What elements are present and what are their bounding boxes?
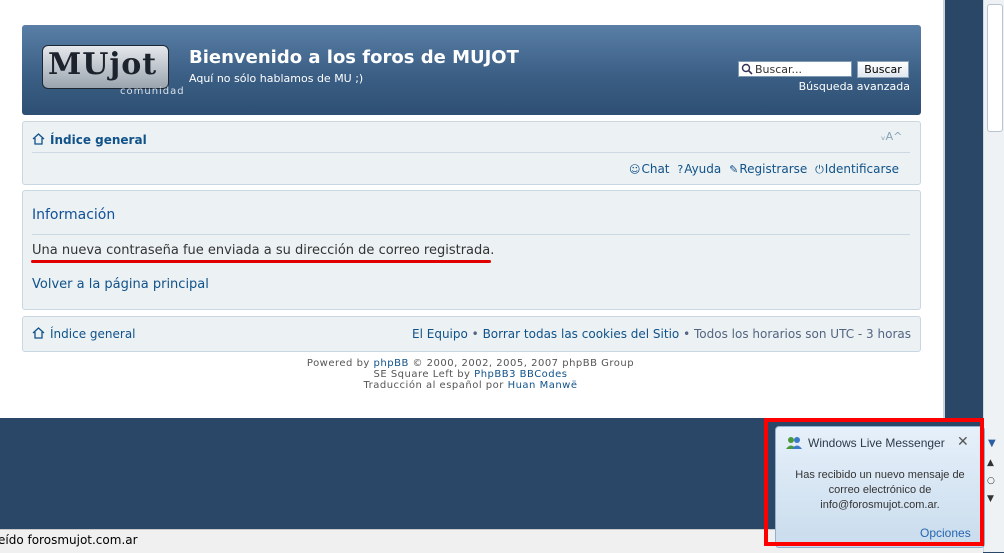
forum-header: MUjot comunidad Bienvenido a los foros d…	[22, 25, 921, 115]
copyright-block: Powered by phpBB © 2000, 2002, 2005, 200…	[22, 358, 919, 391]
navbar: Índice general ᵥA^ ☺Chat ?Ayuda ✎Registr…	[22, 121, 921, 185]
help-icon: ?	[677, 163, 684, 176]
scrollbar-thumb[interactable]	[987, 4, 1003, 132]
logo-subtitle: comunidad	[120, 86, 185, 97]
scroll-down-arrow-icon[interactable]: ▼	[988, 439, 996, 449]
status-text: eído forosmujot.com.ar	[0, 533, 138, 547]
browser-page: MUjot comunidad Bienvenido a los foros d…	[0, 0, 945, 418]
red-highlight-annotation	[764, 418, 984, 546]
site-description: Aquí no sólo hablamos de MU ;)	[189, 72, 364, 85]
site-logo[interactable]: MUjot comunidad	[42, 42, 184, 97]
style-prefix-text: SE Square Left by	[373, 369, 471, 380]
scroll-select-icon[interactable]: ○	[987, 476, 995, 486]
powered-by-text: Powered by	[306, 358, 370, 369]
timezone-text: Todos los horarios son UTC - 3 horas	[693, 327, 911, 341]
search-button[interactable]: Buscar	[857, 61, 909, 78]
login-link-label: Identificarse	[824, 162, 900, 176]
info-message: Una nueva contraseña fue enviada a su di…	[32, 243, 495, 258]
red-underline-annotation	[31, 260, 491, 263]
delete-cookies-link[interactable]: Borrar todas las cookies del Sitio	[483, 327, 680, 341]
footer-separator: •	[683, 327, 691, 341]
team-link[interactable]: El Equipo	[412, 327, 468, 341]
navbar-links: ☺Chat ?Ayuda ✎Registrarse ⏻Identificarse	[629, 162, 899, 177]
chat-icon: ☺	[629, 163, 641, 176]
phpbb-link[interactable]: phpBB	[374, 358, 409, 369]
translation-prefix-text: Traducción al español por	[363, 380, 504, 391]
site-title: Bienvenido a los foros de MUJOT	[189, 47, 519, 68]
register-link[interactable]: ✎Registrarse	[729, 162, 807, 176]
register-icon: ✎	[729, 163, 739, 176]
information-panel: Información Una nueva contraseña fue env…	[22, 190, 921, 310]
register-link-label: Registrarse	[739, 162, 808, 176]
phpbb-copyright-text: © 2000, 2002, 2005, 2007 phpBB Group	[412, 358, 635, 369]
breadcrumb-index-link[interactable]: Índice general	[50, 133, 147, 147]
login-link[interactable]: ⏻Identificarse	[815, 162, 899, 177]
help-link[interactable]: ?Ayuda	[677, 162, 721, 176]
logo-text: MUjot	[48, 47, 158, 82]
search-icon	[741, 63, 753, 75]
translator-link[interactable]: Huan Manwë	[508, 380, 578, 391]
help-link-label: Ayuda	[684, 162, 722, 176]
search-input[interactable]: Buscar...	[738, 61, 852, 77]
scroll-prev-icon[interactable]: ▲	[987, 458, 994, 468]
vertical-scrollbar[interactable]: ▼ ▲ ○ ▼	[983, 0, 1004, 552]
font-size-icon[interactable]: ᵥA^	[881, 130, 902, 143]
footer-navbar: Índice general El Equipo • Borrar todas …	[22, 316, 921, 352]
info-title: Información	[32, 207, 116, 223]
back-to-index-link[interactable]: Volver a la página principal	[32, 277, 209, 292]
chat-link[interactable]: ☺Chat	[629, 162, 670, 176]
footer-separator: •	[471, 327, 479, 341]
style-author-link[interactable]: PhpBB3 BBCodes	[474, 369, 567, 380]
power-icon: ⏻	[815, 163, 824, 176]
home-icon	[32, 327, 45, 339]
advanced-search-link[interactable]: Búsqueda avanzada	[782, 80, 910, 93]
info-divider	[32, 234, 910, 235]
scroll-next-icon[interactable]: ▼	[987, 494, 994, 504]
home-icon	[32, 133, 45, 145]
navbar-divider	[32, 152, 910, 153]
footer-index-link[interactable]: Índice general	[50, 327, 136, 341]
footer-links: El Equipo • Borrar todas las cookies del…	[412, 327, 911, 341]
chat-link-label: Chat	[641, 162, 670, 176]
